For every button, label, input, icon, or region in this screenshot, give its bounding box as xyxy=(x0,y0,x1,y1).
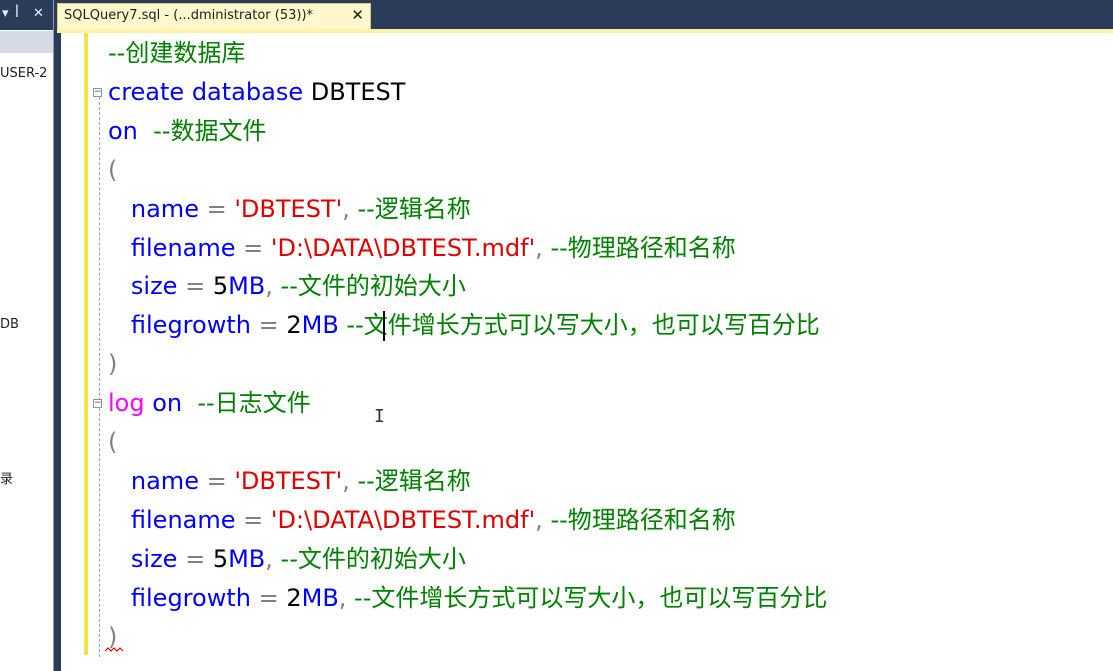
code-token: --逻辑名称 xyxy=(357,466,471,495)
code-token: = xyxy=(177,272,213,301)
object-explorer-toolbar xyxy=(0,31,53,53)
code-token: name xyxy=(130,194,199,223)
fold-toggle-icon[interactable]: − xyxy=(93,88,102,97)
code-line[interactable]: ) xyxy=(108,349,117,379)
text-caret xyxy=(383,311,385,341)
code-token: DBTEST xyxy=(310,77,406,106)
code-token: MB xyxy=(301,311,339,340)
code-token: --物理路径和名称 xyxy=(550,505,736,534)
code-token: , xyxy=(342,466,358,495)
code-token: = xyxy=(198,466,235,495)
tab-close-icon[interactable]: ✕ xyxy=(351,6,364,24)
code-token: MB xyxy=(228,544,266,573)
code-line[interactable]: on --数据文件 xyxy=(108,116,266,146)
code-token: = xyxy=(198,194,235,223)
code-token: create database xyxy=(108,77,311,106)
code-line[interactable]: create database DBTEST xyxy=(108,77,405,107)
code-line[interactable]: filegrowth = 2MB --文件增长方式可以写大小，也可以写百分比 xyxy=(108,310,820,340)
code-token: --物理路径和名称 xyxy=(550,233,736,262)
code-token: filegrowth xyxy=(130,583,251,612)
code-token: --日志文件 xyxy=(182,389,311,418)
code-token: , xyxy=(535,233,551,262)
close-icon[interactable]: ✕ xyxy=(33,6,44,21)
code-line[interactable]: name = 'DBTEST', --逻辑名称 xyxy=(108,194,471,224)
code-token: --文件的初始大小 xyxy=(280,272,466,301)
code-line[interactable]: filegrowth = 2MB, --文件增长方式可以写大小，也可以写百分比 xyxy=(108,583,827,613)
code-token: filegrowth xyxy=(130,311,251,340)
code-token: filename xyxy=(130,505,236,534)
code-line[interactable]: --创建数据库 xyxy=(108,38,245,68)
ibeam-cursor-icon: I xyxy=(374,406,385,427)
code-line[interactable]: ( xyxy=(108,427,117,457)
code-token: --逻辑名称 xyxy=(357,194,471,223)
code-token: 5 xyxy=(212,544,229,573)
code-token: 'D:\DATA\DBTEST.mdf' xyxy=(270,233,536,262)
tab-title: SQLQuery7.sql - (...dministrator (53))* xyxy=(64,8,314,23)
code-token: on xyxy=(108,116,138,145)
object-explorer-header: ▾ ꟾ ✕ xyxy=(0,0,53,30)
code-token: 2 xyxy=(286,583,302,612)
code-line[interactable]: log on --日志文件 xyxy=(108,388,311,418)
code-token: , xyxy=(265,544,281,573)
code-token: --数据文件 xyxy=(137,116,267,145)
code-token: ( xyxy=(108,155,118,184)
tree-node-database[interactable]: DB xyxy=(0,317,19,332)
tab-sqlquery7[interactable]: SQLQuery7.sql - (...dministrator (53))* … xyxy=(57,3,371,29)
code-token: = xyxy=(177,544,213,573)
code-token: ( xyxy=(108,428,118,456)
code-line[interactable]: size = 5MB, --文件的初始大小 xyxy=(108,544,466,574)
code-line[interactable]: filename = 'D:\DATA\DBTEST.mdf', --物理路径和… xyxy=(108,233,736,263)
code-token: log xyxy=(108,389,145,418)
code-token: 'D:\DATA\DBTEST.mdf' xyxy=(270,505,536,534)
code-token: 2 xyxy=(286,311,302,340)
fold-toggle-icon[interactable]: − xyxy=(93,399,102,408)
change-tracking-bar xyxy=(84,33,88,655)
code-token: name xyxy=(130,466,199,495)
code-token: --创建数据库 xyxy=(108,39,246,67)
code-line[interactable]: filename = 'D:\DATA\DBTEST.mdf', --物理路径和… xyxy=(108,505,736,535)
code-token: = xyxy=(250,583,287,612)
code-token: --文件的初始大小 xyxy=(280,544,466,573)
tree-node-server[interactable]: USER-2 xyxy=(0,66,47,81)
object-explorer-panel: ▾ ꟾ ✕ USER-2 DB 录 xyxy=(0,0,54,671)
code-token: , xyxy=(265,272,281,301)
code-token: on xyxy=(152,389,183,418)
code-token: , xyxy=(338,583,355,612)
code-token: , xyxy=(535,505,551,534)
code-line[interactable]: size = 5MB, --文件的初始大小 xyxy=(108,271,466,301)
code-line[interactable]: name = 'DBTEST', --逻辑名称 xyxy=(108,466,471,496)
sql-editor[interactable]: − − --创建数据库 create database DBTEST on --数据… xyxy=(61,33,1113,671)
code-token: 5 xyxy=(212,272,229,301)
code-token: , xyxy=(342,194,358,223)
code-token: = xyxy=(250,311,287,340)
code-token: MB xyxy=(228,272,266,301)
pin-icon[interactable]: ꟾ xyxy=(15,6,19,21)
outline-guide xyxy=(99,97,100,657)
dropdown-icon[interactable]: ▾ xyxy=(2,6,9,21)
code-token: MB xyxy=(301,583,339,612)
code-token: size xyxy=(130,272,178,301)
code-token: --文件增长方式可以写大小，也可以写百分比 xyxy=(354,583,828,612)
code-token: = xyxy=(235,505,271,534)
code-token: filename xyxy=(130,233,236,262)
code-token: = xyxy=(235,233,271,262)
code-token: size xyxy=(130,544,178,573)
error-squiggle-icon xyxy=(105,647,123,652)
code-token: ) xyxy=(108,350,118,379)
code-token: 'DBTEST' xyxy=(234,466,343,495)
code-line[interactable]: ( xyxy=(108,155,117,185)
tree-node-folder[interactable]: 录 xyxy=(0,468,13,487)
code-token: 'DBTEST' xyxy=(234,194,343,223)
code-token: --文件增长方式可以写大小，也可以写百分比 xyxy=(346,311,820,340)
